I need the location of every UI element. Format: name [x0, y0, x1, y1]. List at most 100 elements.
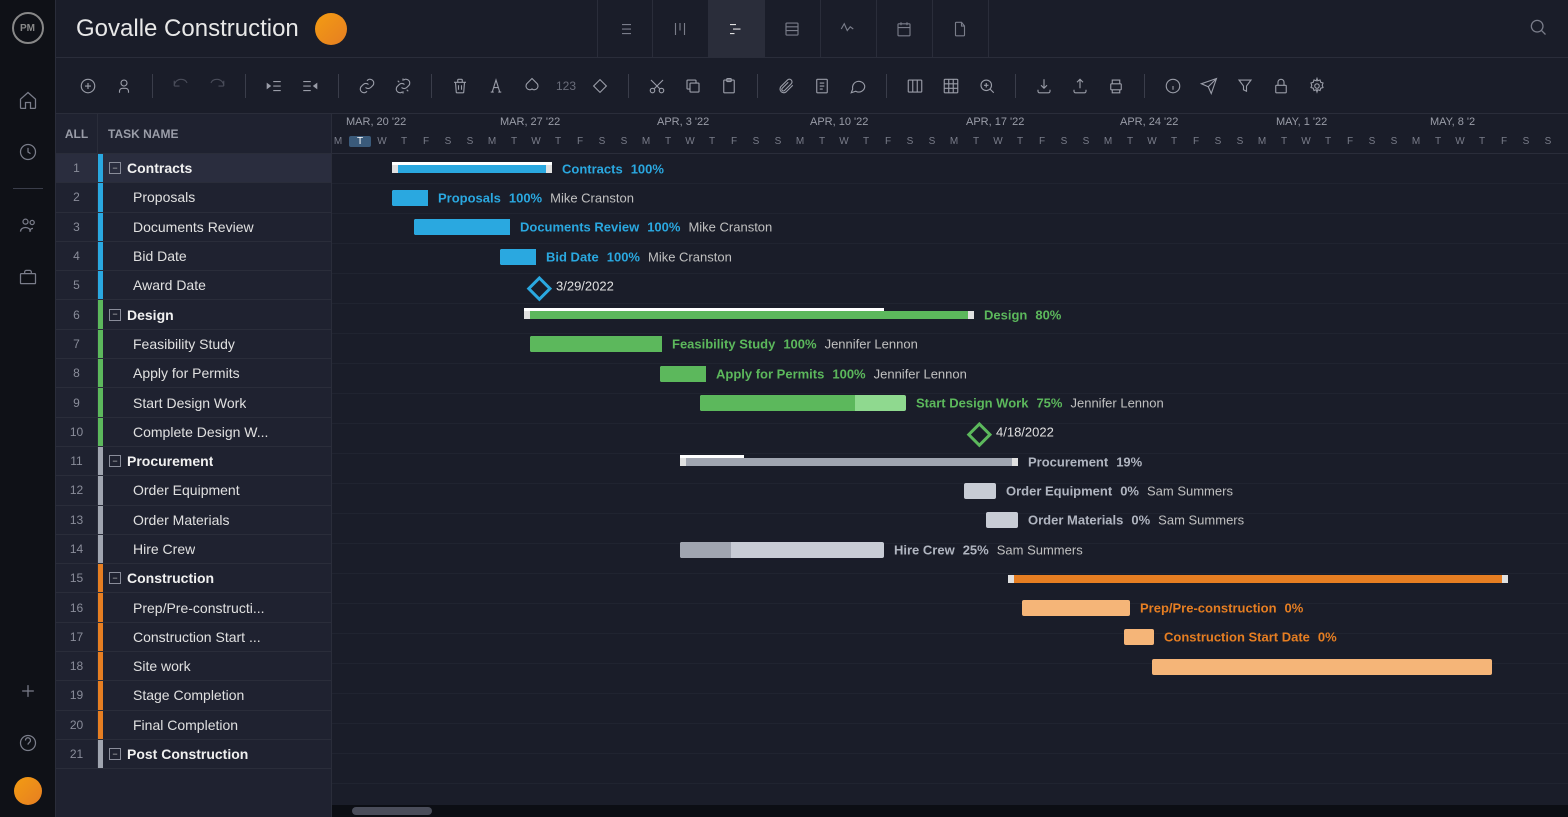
bar-label: Contracts100%	[562, 161, 664, 176]
lock-icon[interactable]	[1265, 70, 1297, 102]
milestone-icon[interactable]	[584, 70, 616, 102]
gantt-task-bar[interactable]: Hire Crew25%Sam Summers	[680, 542, 884, 558]
task-row[interactable]: 10 Complete Design W...	[56, 418, 331, 447]
gantt-task-bar[interactable]: Documents Review100%Mike Cranston	[414, 219, 510, 235]
project-avatar[interactable]	[315, 13, 347, 45]
task-row[interactable]: 13 Order Materials	[56, 506, 331, 535]
gantt-task-bar[interactable]: Feasibility Study100%Jennifer Lennon	[530, 336, 662, 352]
gantt-task-bar[interactable]: Bid Date100%Mike Cranston	[500, 249, 536, 265]
grid-icon[interactable]	[935, 70, 967, 102]
task-name-label: Post Construction	[127, 746, 248, 762]
task-row[interactable]: 15 − Construction	[56, 564, 331, 593]
gantt-view-icon[interactable]	[709, 0, 765, 58]
copy-icon[interactable]	[677, 70, 709, 102]
files-view-icon[interactable]	[933, 0, 989, 58]
gantt-task-bar[interactable]: Apply for Permits100%Jennifer Lennon	[660, 366, 706, 382]
list-view-icon[interactable]	[597, 0, 653, 58]
import-icon[interactable]	[1028, 70, 1060, 102]
search-icon[interactable]	[1528, 17, 1548, 40]
redo-icon[interactable]	[201, 70, 233, 102]
gantt-task-bar[interactable]: Start Design Work75%Jennifer Lennon	[700, 395, 906, 411]
collapse-icon[interactable]: −	[109, 455, 121, 467]
assign-icon[interactable]	[108, 70, 140, 102]
delete-icon[interactable]	[444, 70, 476, 102]
export-icon[interactable]	[1064, 70, 1096, 102]
row-number: 8	[56, 359, 98, 387]
sheet-view-icon[interactable]	[765, 0, 821, 58]
gantt-scrollbar-thumb[interactable]	[352, 807, 432, 815]
task-row[interactable]: 11 − Procurement	[56, 447, 331, 476]
collapse-icon[interactable]: −	[109, 748, 121, 760]
undo-icon[interactable]	[165, 70, 197, 102]
gantt-milestone[interactable]	[527, 276, 552, 301]
gantt-task-bar[interactable]: Proposals100%Mike Cranston	[392, 190, 428, 206]
app-logo[interactable]: PM	[12, 12, 44, 44]
task-row[interactable]: 20 Final Completion	[56, 711, 331, 740]
gantt-task-bar[interactable]: Prep/Pre-construction0%	[1022, 600, 1130, 616]
paste-icon[interactable]	[713, 70, 745, 102]
task-row[interactable]: 21 − Post Construction	[56, 740, 331, 769]
help-icon[interactable]	[10, 725, 46, 761]
collapse-icon[interactable]: −	[109, 162, 121, 174]
task-row[interactable]: 5 Award Date	[56, 271, 331, 300]
task-row[interactable]: 14 Hire Crew	[56, 535, 331, 564]
clock-icon[interactable]	[10, 134, 46, 170]
outdent-icon[interactable]	[258, 70, 290, 102]
task-row[interactable]: 7 Feasibility Study	[56, 330, 331, 359]
gantt-summary-bar[interactable]: Contracts100%	[392, 165, 552, 173]
unlink-icon[interactable]	[387, 70, 419, 102]
task-row[interactable]: 17 Construction Start ...	[56, 623, 331, 652]
task-row[interactable]: 4 Bid Date	[56, 242, 331, 271]
task-row[interactable]: 8 Apply for Permits	[56, 359, 331, 388]
filter-icon[interactable]	[1229, 70, 1261, 102]
column-all[interactable]: ALL	[56, 114, 98, 153]
dashboard-view-icon[interactable]	[821, 0, 877, 58]
task-row[interactable]: 3 Documents Review	[56, 213, 331, 242]
gantt-milestone[interactable]	[967, 422, 992, 447]
gantt-summary-bar[interactable]	[1008, 575, 1508, 583]
gantt-summary-bar[interactable]: Design80%	[524, 311, 974, 319]
indent-icon[interactable]	[294, 70, 326, 102]
day-label: T	[1317, 136, 1339, 147]
day-label: W	[987, 136, 1009, 147]
send-icon[interactable]	[1193, 70, 1225, 102]
gantt-task-bar[interactable]	[1152, 659, 1492, 675]
add-icon[interactable]	[10, 673, 46, 709]
columns-icon[interactable]	[899, 70, 931, 102]
gantt-scrollbar[interactable]	[332, 805, 1568, 817]
calendar-view-icon[interactable]	[877, 0, 933, 58]
gantt-task-bar[interactable]: Order Equipment0%Sam Summers	[964, 483, 996, 499]
team-icon[interactable]	[10, 207, 46, 243]
comments-icon[interactable]	[842, 70, 874, 102]
cut-icon[interactable]	[641, 70, 673, 102]
info-icon[interactable]	[1157, 70, 1189, 102]
briefcase-icon[interactable]	[10, 259, 46, 295]
task-row[interactable]: 2 Proposals	[56, 183, 331, 212]
task-row[interactable]: 12 Order Equipment	[56, 476, 331, 505]
link-icon[interactable]	[351, 70, 383, 102]
user-avatar[interactable]	[14, 777, 42, 805]
task-row[interactable]: 9 Start Design Work	[56, 388, 331, 417]
color-icon[interactable]	[516, 70, 548, 102]
column-task-name[interactable]: TASK NAME	[98, 127, 178, 141]
home-icon[interactable]	[10, 82, 46, 118]
zoom-icon[interactable]	[971, 70, 1003, 102]
task-row[interactable]: 1 − Contracts	[56, 154, 331, 183]
notes-icon[interactable]	[806, 70, 838, 102]
task-row[interactable]: 19 Stage Completion	[56, 681, 331, 710]
collapse-icon[interactable]: −	[109, 572, 121, 584]
text-style-icon[interactable]	[480, 70, 512, 102]
add-task-icon[interactable]	[72, 70, 104, 102]
task-row[interactable]: 6 − Design	[56, 300, 331, 329]
gantt-task-bar[interactable]: Order Materials0%Sam Summers	[986, 512, 1018, 528]
print-icon[interactable]	[1100, 70, 1132, 102]
gantt-body[interactable]: Contracts100% Proposals100%Mike Cranston D…	[332, 154, 1568, 805]
gantt-summary-bar[interactable]: Procurement19%	[680, 458, 1018, 466]
board-view-icon[interactable]	[653, 0, 709, 58]
task-row[interactable]: 18 Site work	[56, 652, 331, 681]
gantt-task-bar[interactable]: Construction Start Date0%	[1124, 629, 1154, 645]
settings-icon[interactable]	[1301, 70, 1333, 102]
collapse-icon[interactable]: −	[109, 309, 121, 321]
attachment-icon[interactable]	[770, 70, 802, 102]
task-row[interactable]: 16 Prep/Pre-constructi...	[56, 593, 331, 622]
